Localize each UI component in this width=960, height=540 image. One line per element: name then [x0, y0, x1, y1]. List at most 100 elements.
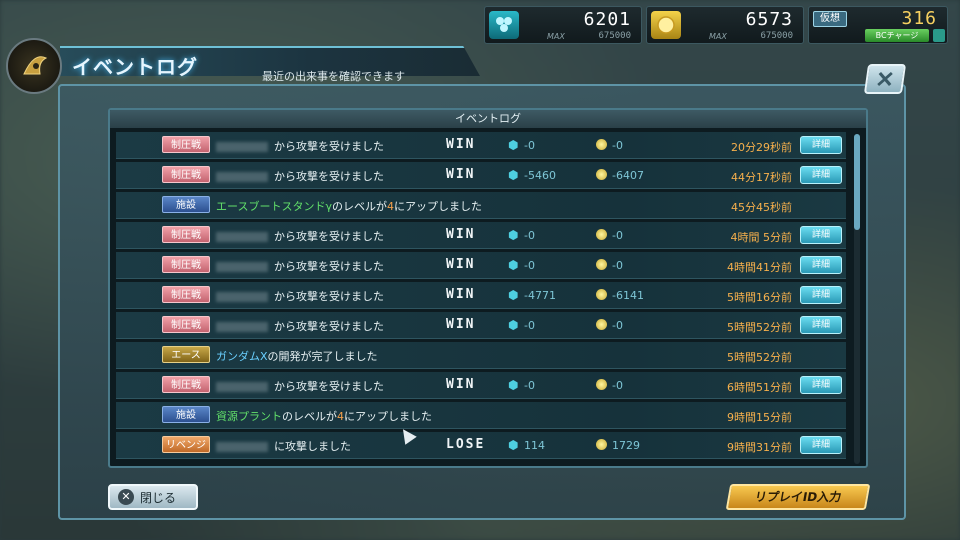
table-row: リベンジ に攻撃しました LOSE ⬢ 114 1729 9時間31分前 詳細	[116, 432, 846, 459]
battle-result: WIN	[446, 227, 476, 242]
event-message: から攻撃を受けました	[216, 138, 384, 154]
redacted-player-name	[216, 232, 268, 242]
hex-cluster-icon: ⬢	[508, 258, 519, 272]
event-type-badge: 制圧戦	[162, 316, 210, 333]
detail-button[interactable]: 詳細	[800, 226, 842, 244]
event-message: から攻撃を受けました	[216, 168, 384, 184]
detail-button[interactable]: 詳細	[800, 286, 842, 304]
coin-icon	[596, 319, 607, 330]
event-message-text: にアップしました	[393, 200, 482, 213]
coins-change: -6141	[612, 289, 644, 302]
event-message-text: のレベルが	[282, 410, 337, 423]
table-row: 制圧戦 から攻撃を受けました WIN ⬢ -5460 -6407 44分17秒前 詳細	[116, 162, 846, 189]
coin-icon	[596, 169, 607, 180]
virtual-label: 仮想	[813, 11, 847, 27]
coin-icon	[596, 259, 607, 270]
event-message: から攻撃を受けました	[216, 318, 384, 334]
coins-change: -6407	[612, 169, 644, 182]
coins-change: -0	[612, 319, 623, 332]
bc-charge-button[interactable]: BCチャージ	[865, 29, 929, 42]
parts-max: 675000	[598, 31, 631, 41]
event-message: から攻撃を受けました	[216, 258, 384, 274]
scroll-thumb[interactable]	[854, 134, 860, 230]
coin-icon	[596, 289, 607, 300]
battle-result: WIN	[446, 257, 476, 272]
battle-result: WIN	[446, 167, 476, 182]
coins-change: -0	[612, 259, 623, 272]
detail-button[interactable]: 詳細	[800, 376, 842, 394]
event-time: 9時間15分前	[727, 411, 792, 424]
event-type-badge: リベンジ	[162, 436, 210, 453]
refresh-icon[interactable]	[933, 29, 945, 42]
table-row: 施設 エースブートスタンドγのレベルが4にアップしました 45分45秒前	[116, 192, 846, 219]
max-label: MAX	[709, 32, 727, 41]
list-header: イベントログ	[110, 110, 866, 128]
page-title: イベントログ	[72, 55, 198, 79]
event-type-badge: 制圧戦	[162, 226, 210, 243]
parts-change: -0	[524, 229, 535, 242]
coins-change: -0	[612, 379, 623, 392]
event-type-badge: 施設	[162, 196, 210, 213]
event-time: 5時間52分前	[727, 321, 792, 334]
parts-change: -0	[524, 319, 535, 332]
coin-icon	[651, 11, 681, 39]
event-time: 5時間52分前	[727, 351, 792, 364]
coin-icon	[596, 379, 607, 390]
coin-icon	[596, 439, 607, 450]
event-message-text: から攻撃を受けました	[274, 380, 384, 393]
event-subject: 資源プラント	[216, 410, 282, 423]
redacted-player-name	[216, 442, 268, 452]
coin-icon	[596, 229, 607, 240]
coins-resource: MAX 6573 675000	[646, 6, 804, 44]
event-type-badge: 制圧戦	[162, 286, 210, 303]
virtual-resource: 仮想 316 BCチャージ	[808, 6, 948, 44]
event-message: エースブートスタンドγのレベルが4にアップしました	[216, 198, 482, 214]
hex-cluster-icon: ⬢	[508, 318, 519, 332]
parts-change: 114	[524, 439, 545, 452]
parts-change: -0	[524, 139, 535, 152]
hex-cluster-icon: ⬢	[508, 438, 519, 452]
event-message: ガンダムXの開発が完了しました	[216, 348, 378, 364]
table-row: 制圧戦 から攻撃を受けました WIN ⬢ -0 -0 20分29秒前 詳細	[116, 132, 846, 159]
hex-cluster-icon: ⬢	[508, 138, 519, 152]
event-message-text: に攻撃しました	[274, 440, 351, 453]
table-row: エース ガンダムXの開発が完了しました 5時間52分前	[116, 342, 846, 369]
redacted-player-name	[216, 292, 268, 302]
parts-value: 6201	[583, 9, 631, 30]
replay-id-button[interactable]: リプレイID入力	[725, 484, 871, 510]
event-message-text: から攻撃を受けました	[274, 140, 384, 153]
detail-button[interactable]: 詳細	[800, 256, 842, 274]
table-row: 制圧戦 から攻撃を受けました WIN ⬢ -0 -0 5時間52分前 詳細	[116, 312, 846, 339]
event-message-text: から攻撃を受けました	[274, 260, 384, 273]
detail-button[interactable]: 詳細	[800, 136, 842, 154]
event-subject: エースブートスタンドγ	[216, 200, 332, 213]
detail-button[interactable]: 詳細	[800, 436, 842, 454]
redacted-player-name	[216, 262, 268, 272]
replay-id-label: リプレイID入力	[753, 490, 843, 504]
close-button[interactable]: ✕ 閉じる	[108, 484, 198, 510]
close-circle-icon: ✕	[118, 489, 134, 505]
event-time: 4時間 5分前	[730, 231, 793, 244]
hex-cluster-icon: ⬢	[508, 228, 519, 242]
detail-button[interactable]: 詳細	[800, 166, 842, 184]
level-value: 4	[386, 200, 394, 213]
coins-change: 1729	[612, 439, 640, 452]
event-type-badge: 制圧戦	[162, 376, 210, 393]
scrollbar[interactable]	[854, 134, 860, 464]
event-time: 6時間51分前	[727, 381, 792, 394]
detail-button[interactable]: 詳細	[800, 316, 842, 334]
parts-change: -0	[524, 379, 535, 392]
event-message: から攻撃を受けました	[216, 228, 384, 244]
virtual-value: 316	[901, 8, 937, 29]
coins-change: -0	[612, 229, 623, 242]
parts-change: -4771	[524, 289, 556, 302]
event-time: 4時間41分前	[727, 261, 792, 274]
parts-change: -5460	[524, 169, 556, 182]
event-message-text: から攻撃を受けました	[274, 230, 384, 243]
event-log-list: イベントログ 制圧戦 から攻撃を受けました WIN ⬢ -0 -0 20分29秒前 詳細 制圧戦…	[108, 108, 868, 468]
max-label: MAX	[547, 32, 565, 41]
coins-max: 675000	[760, 31, 793, 41]
page-subtitle: 最近の出来事を確認できます	[262, 70, 405, 83]
coin-icon	[596, 139, 607, 150]
close-x-button[interactable]	[863, 64, 907, 94]
